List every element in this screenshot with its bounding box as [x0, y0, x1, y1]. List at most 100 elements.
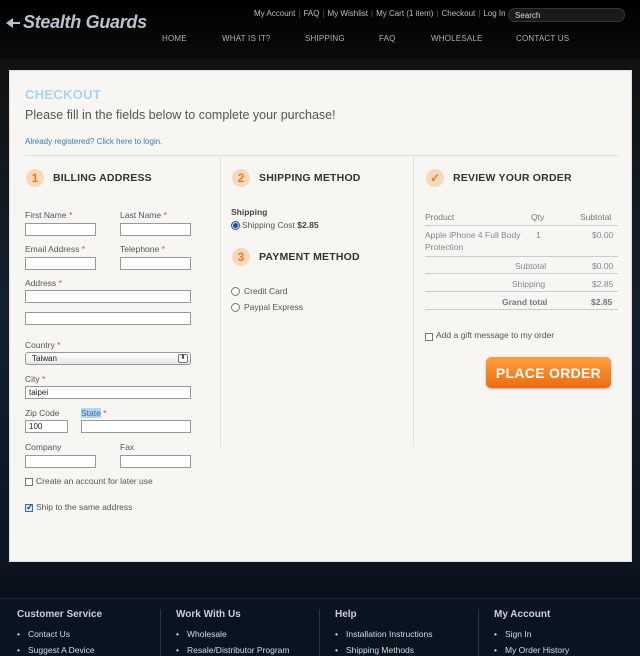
fax-label: Fax: [120, 442, 135, 452]
footer-divider: [478, 609, 479, 656]
footer-link-installation[interactable]: Installation Instructions: [335, 629, 432, 639]
column-divider: [220, 157, 221, 447]
footer-divider: [160, 609, 161, 656]
first-name-field[interactable]: [25, 223, 96, 236]
footer-link-shipping-methods[interactable]: Shipping Methods: [335, 645, 414, 655]
gift-message-checkbox[interactable]: [425, 333, 433, 341]
table-divider: [425, 309, 618, 310]
nav-wholesale[interactable]: WHOLESALE: [431, 34, 483, 43]
telephone-field[interactable]: [120, 257, 191, 270]
col-product-header: Product: [425, 212, 455, 222]
ship-same-address-checkbox[interactable]: [25, 502, 34, 513]
payment-header: 3 PAYMENT METHOD: [232, 248, 360, 266]
step-number-1: 1: [26, 169, 44, 187]
footer-heading: Help: [335, 609, 357, 620]
step-number-3: 3: [232, 248, 250, 266]
site-logo[interactable]: Stealth Guards: [5, 12, 147, 33]
nav-faq[interactable]: FAQ: [379, 34, 396, 43]
gift-message-label[interactable]: Add a gift message to my order: [436, 330, 554, 340]
top-link-login[interactable]: Log In: [483, 9, 505, 18]
footer-heading: My Account: [494, 609, 551, 620]
subtotal-label: Subtotal: [515, 261, 547, 271]
col-subtotal-header: Subtotal: [580, 212, 612, 222]
footer-link-contact-us[interactable]: Contact Us: [17, 629, 70, 639]
logo-text: Stealth Guards: [23, 12, 147, 32]
subtotal-value: $0.00: [592, 261, 614, 271]
footer-link-sign-in[interactable]: Sign In: [494, 629, 531, 639]
item-subtotal: $0.00: [592, 230, 614, 240]
review-header: ✓ REVIEW YOUR ORDER: [426, 169, 572, 187]
ship-same-address-label[interactable]: Ship to the same address: [36, 502, 132, 512]
footer-heading: Customer Service: [17, 609, 103, 620]
item-name-line2: Protection: [425, 242, 464, 252]
top-link-faq[interactable]: FAQ: [303, 9, 319, 18]
first-name-label: First Name *: [25, 210, 73, 220]
footer-link-suggest-device[interactable]: Suggest A Device: [17, 645, 95, 655]
zip-label: Zip Code: [25, 408, 60, 418]
table-divider: [425, 256, 618, 257]
country-select-value: Taiwan: [32, 354, 57, 363]
footer-link-wholesale[interactable]: Wholesale: [176, 629, 227, 639]
nav-contact-us[interactable]: CONTACT US: [516, 34, 569, 43]
top-link-wishlist[interactable]: My Wishlist: [328, 9, 368, 18]
paypal-label[interactable]: Paypal Express: [244, 302, 303, 312]
review-title: REVIEW YOUR ORDER: [453, 172, 572, 184]
fax-field[interactable]: [120, 455, 191, 468]
item-qty: 1: [536, 230, 541, 240]
zip-field[interactable]: [25, 420, 68, 433]
shipping-header: 2 SHIPPING METHOD: [232, 169, 361, 187]
state-field[interactable]: [81, 420, 191, 433]
checkout-panel: CHECKOUT Please fill in the fields below…: [9, 70, 632, 562]
shipping-cost-label[interactable]: Shipping Cost $2.85: [242, 220, 319, 230]
create-account-checkbox[interactable]: [25, 478, 33, 486]
credit-card-label[interactable]: Credit Card: [244, 286, 287, 296]
country-select[interactable]: Taiwan ⬍: [25, 352, 191, 365]
company-field[interactable]: [25, 455, 96, 468]
top-link-cart[interactable]: My Cart (1 item): [376, 9, 433, 18]
grand-total-label: Grand total: [502, 297, 548, 307]
divider: [25, 155, 618, 156]
site-header: Stealth Guards My Account | FAQ | My Wishl…: [0, 0, 640, 60]
top-links: My Account | FAQ | My Wishlist | My Cart (1…: [254, 9, 506, 18]
checkmark-icon: ✓: [426, 169, 444, 187]
footer-heading: Work With Us: [176, 609, 241, 620]
address-label: Address *: [25, 278, 62, 288]
address-line2-field[interactable]: [25, 312, 191, 325]
nav-home[interactable]: HOME: [162, 34, 187, 43]
shield-logo-icon: [5, 15, 21, 31]
country-label: Country *: [25, 340, 61, 350]
nav-what-is-it[interactable]: WHAT IS IT?: [222, 34, 271, 43]
step-number-2: 2: [232, 169, 250, 187]
email-label: Email Address *: [25, 244, 86, 254]
top-link-checkout[interactable]: Checkout: [441, 9, 475, 18]
billing-title: BILLING ADDRESS: [53, 172, 152, 184]
email-field[interactable]: [25, 257, 96, 270]
page-title: CHECKOUT: [25, 87, 102, 102]
company-label: Company: [25, 442, 62, 452]
site-footer: Customer Service Contact Us Suggest A De…: [0, 598, 640, 656]
shipping-title: SHIPPING METHOD: [259, 172, 361, 184]
search-input[interactable]: [508, 8, 625, 22]
top-link-my-account[interactable]: My Account: [254, 9, 295, 18]
last-name-label: Last Name *: [120, 210, 167, 220]
place-order-button[interactable]: PLACE ORDER: [486, 357, 611, 388]
address-line1-field[interactable]: [25, 290, 191, 303]
shipping-cost-radio[interactable]: [231, 221, 240, 230]
telephone-label: Telephone *: [120, 244, 165, 254]
last-name-field[interactable]: [120, 223, 191, 236]
credit-card-radio[interactable]: [231, 287, 240, 296]
nav-shipping[interactable]: SHIPPING: [305, 34, 345, 43]
billing-header: 1 BILLING ADDRESS: [26, 169, 152, 187]
grand-total-value: $2.85: [591, 297, 613, 307]
state-label: State *: [81, 408, 107, 418]
footer-link-order-history[interactable]: My Order History: [494, 645, 569, 655]
select-arrow-icon: ⬍: [178, 354, 188, 363]
login-link[interactable]: Already registered? Click here to login.: [25, 137, 162, 146]
table-divider: [425, 225, 618, 226]
create-account-label[interactable]: Create an account for later use: [36, 476, 153, 486]
footer-link-resale[interactable]: Resale/Distributor Program: [176, 645, 290, 655]
shipping-total-label: Shipping: [512, 279, 546, 289]
paypal-radio[interactable]: [231, 303, 240, 312]
table-divider: [425, 273, 618, 274]
city-field[interactable]: [25, 386, 191, 399]
